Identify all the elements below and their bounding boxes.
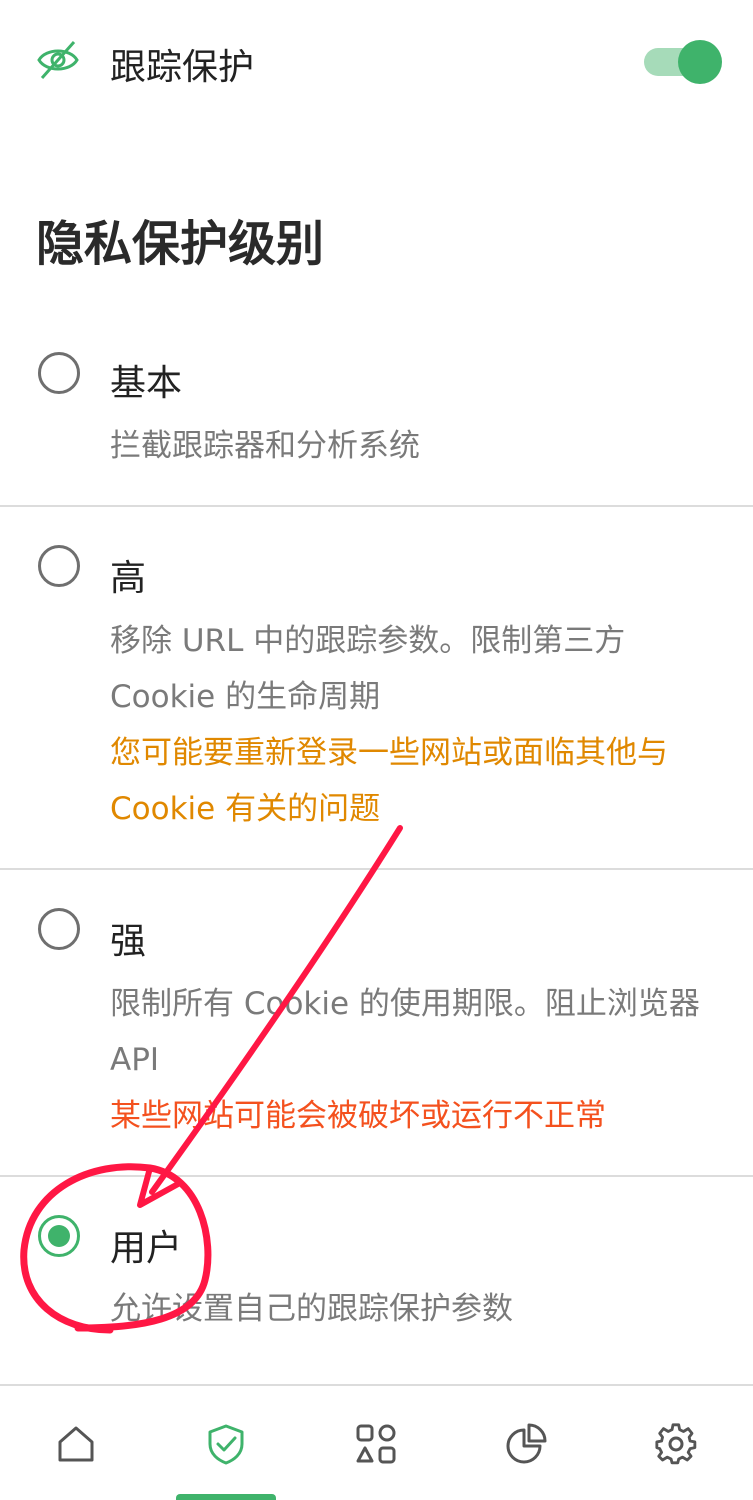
tracking-protection-label: 跟踪保护 (110, 47, 255, 88)
apps-icon[interactable] (354, 1422, 398, 1466)
option-strong-title: 强 (110, 921, 147, 962)
home-icon[interactable] (54, 1422, 98, 1466)
radio-strong[interactable] (38, 908, 80, 950)
option-custom-title: 用户 (110, 1228, 183, 1269)
option-high-title: 高 (110, 558, 147, 599)
stats-icon[interactable] (504, 1422, 548, 1466)
eye-off-icon (37, 41, 79, 79)
bottom-navigation (0, 1384, 753, 1500)
option-basic[interactable]: 基本 拦截跟踪器和分析系统 (0, 340, 753, 506)
active-tab-indicator (176, 1494, 276, 1500)
option-basic-title: 基本 (110, 363, 183, 404)
option-high-description: 移除 URL 中的跟踪参数。限制第三方 Cookie 的生命周期 (110, 623, 626, 715)
settings-icon[interactable] (654, 1422, 698, 1466)
option-high-warning: 您可能要重新登录一些网站或面临其他与 Cookie 有关的问题 (110, 735, 668, 827)
toggle-thumb (678, 40, 722, 84)
radio-custom[interactable] (38, 1215, 80, 1257)
option-custom-description: 允许设置自己的跟踪保护参数 (110, 1291, 513, 1327)
option-custom[interactable]: 用户 允许设置自己的跟踪保护参数 (0, 1177, 753, 1383)
option-strong[interactable]: 强 限制所有 Cookie 的使用期限。阻止浏览器 API 某些网站可能会被破坏… (0, 870, 753, 1176)
tracking-protection-toggle[interactable] (644, 40, 722, 84)
option-strong-warning: 某些网站可能会被破坏或运行不正常 (110, 1098, 606, 1134)
privacy-level-title: 隐私保护级别 (36, 216, 325, 272)
option-basic-description: 拦截跟踪器和分析系统 (110, 428, 420, 464)
tracking-protection-row[interactable]: 跟踪保护 (0, 0, 753, 130)
option-high[interactable]: 高 移除 URL 中的跟踪参数。限制第三方 Cookie 的生命周期 您可能要重… (0, 507, 753, 869)
radio-basic[interactable] (38, 352, 80, 394)
option-strong-description: 限制所有 Cookie 的使用期限。阻止浏览器 API (110, 986, 700, 1078)
radio-high[interactable] (38, 545, 80, 587)
shield-check-icon[interactable] (204, 1422, 248, 1466)
